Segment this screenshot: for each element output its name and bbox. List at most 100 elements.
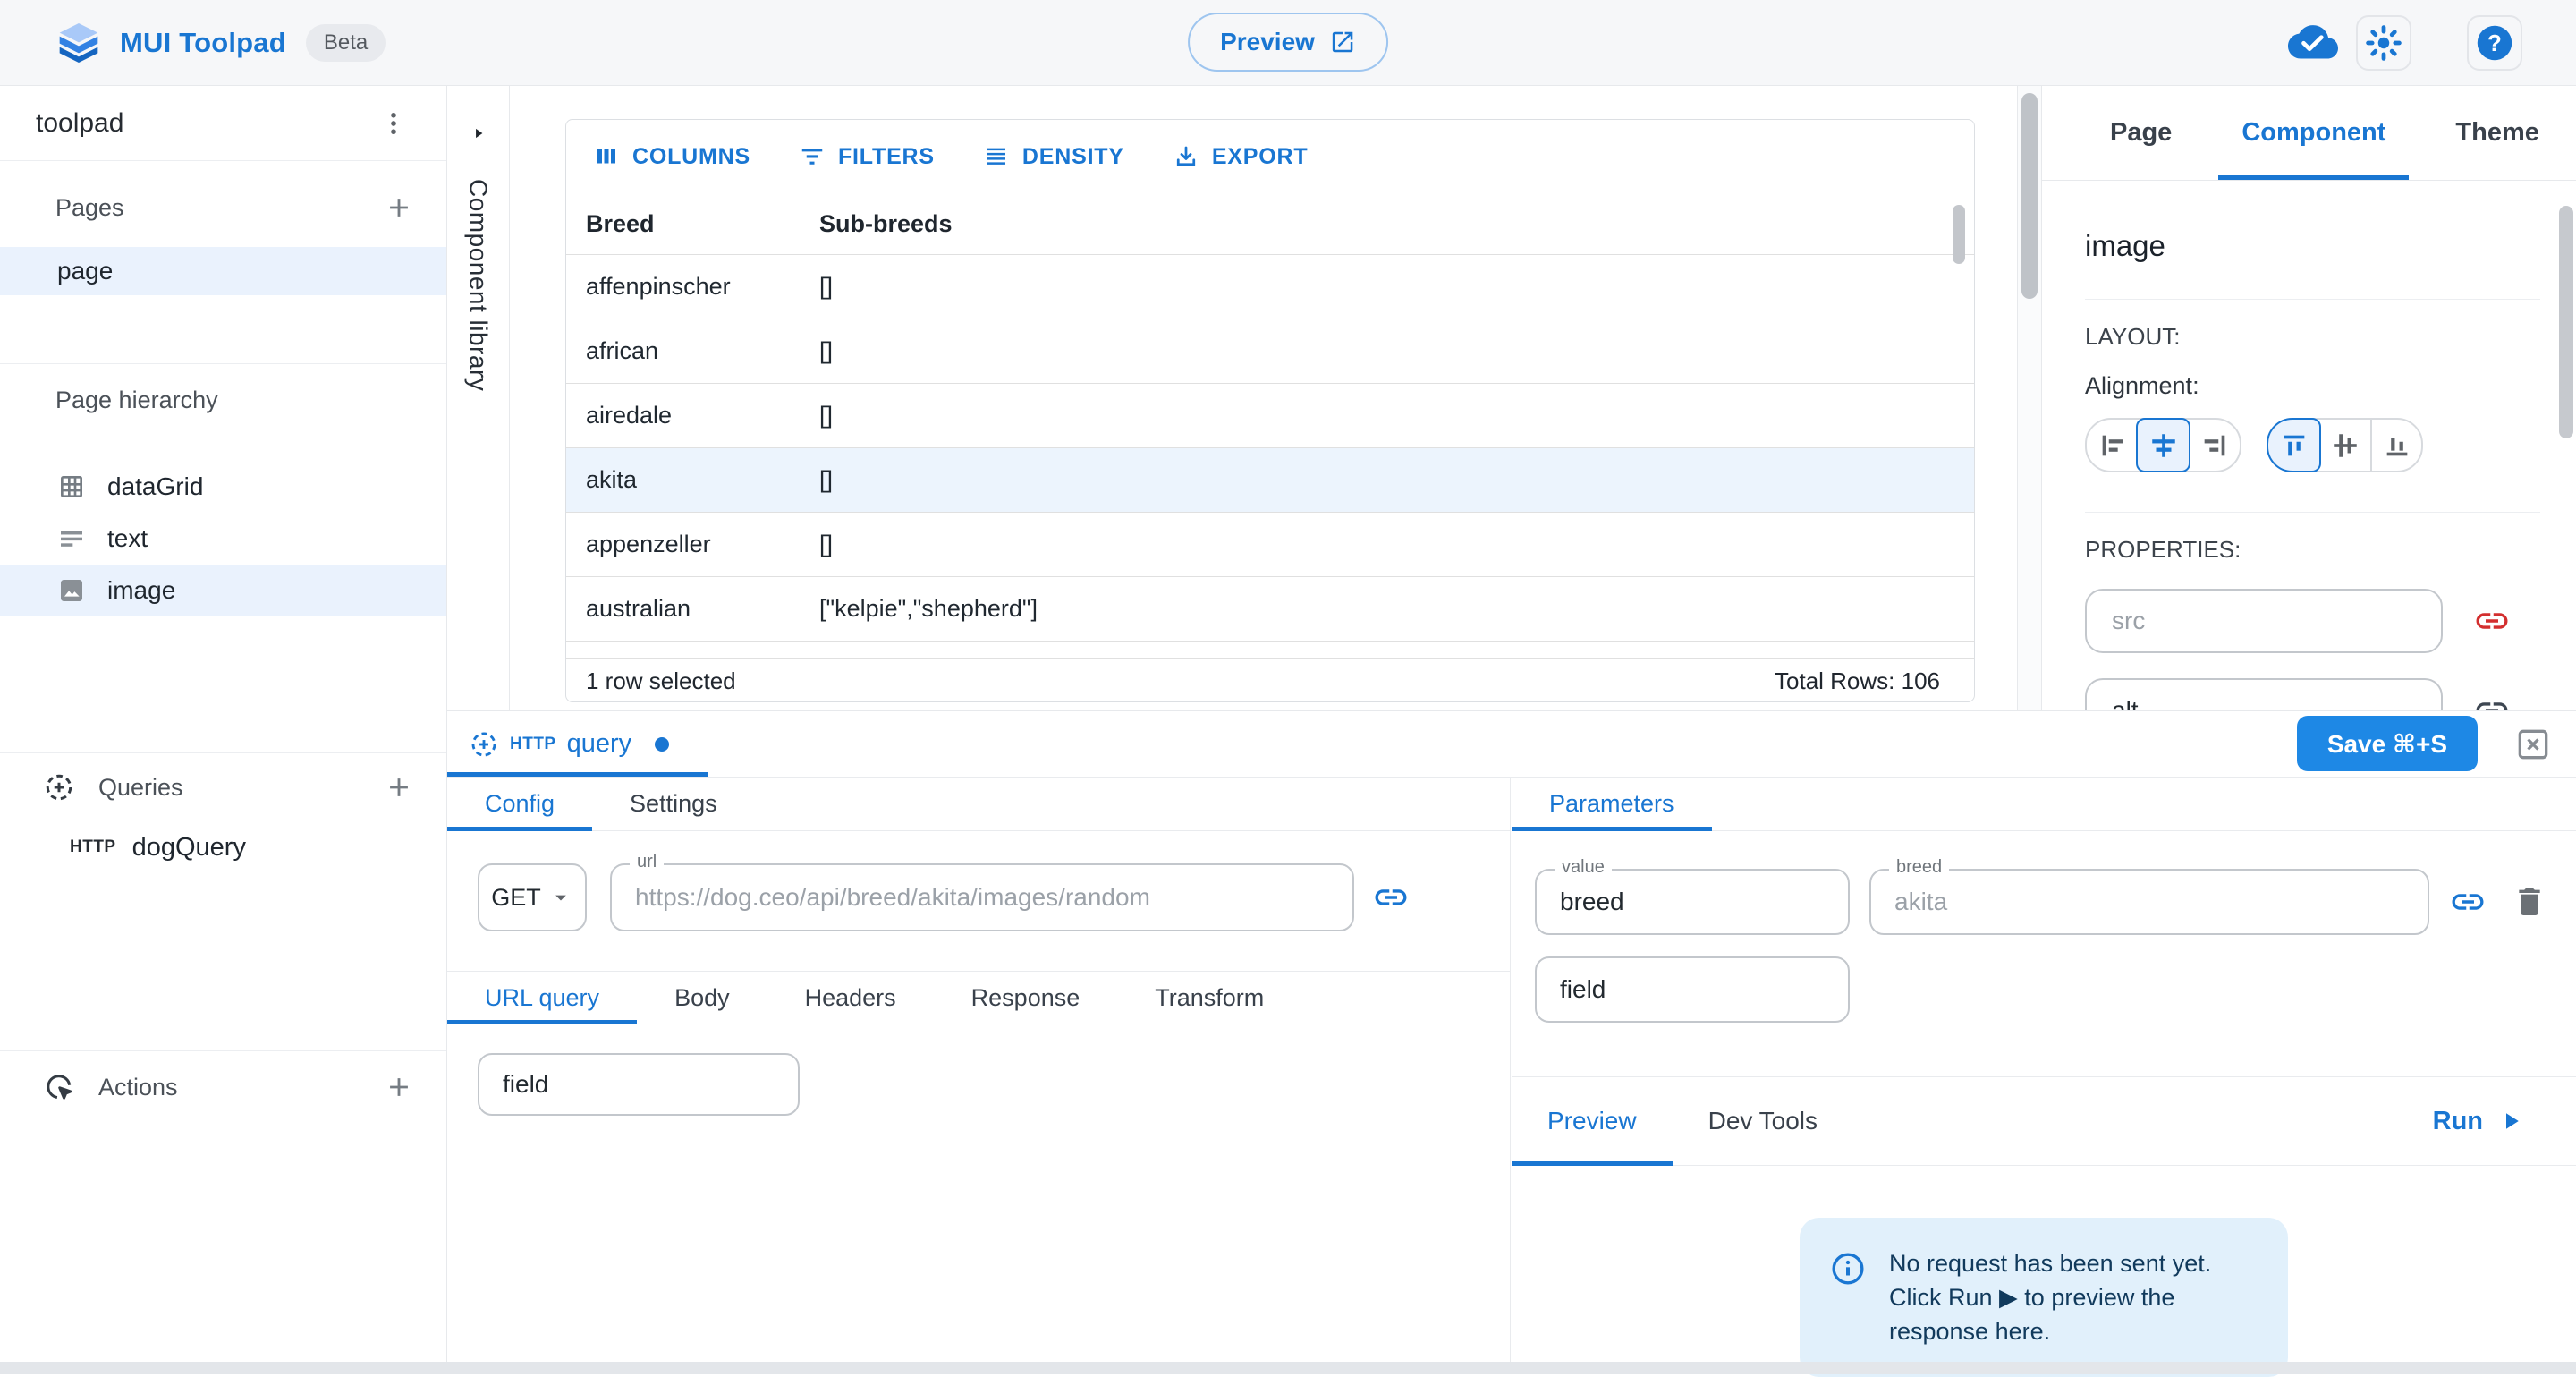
filters-button[interactable]: FILTERS [790, 136, 944, 177]
pages-section-label: Pages [55, 194, 124, 222]
table-row[interactable]: african [] [566, 319, 1974, 383]
cell-breed[interactable]: australian [566, 595, 819, 623]
column-header-breed[interactable]: Breed [566, 210, 819, 238]
param-value-input[interactable] [1869, 869, 2429, 935]
delete-param-icon[interactable] [2512, 884, 2547, 920]
tab-transform[interactable]: Transform [1117, 972, 1301, 1024]
query-editor-panel: HTTP query Save ⌘+S Config Settings GET [447, 710, 2576, 1362]
tab-parameters[interactable]: Parameters [1512, 778, 1712, 830]
app-header: MUI Toolpad Beta Preview [0, 0, 2576, 86]
tab-theme[interactable]: Theme [2432, 86, 2562, 180]
preview-button[interactable]: Preview [1188, 13, 1388, 72]
app-title: MUI Toolpad [120, 27, 286, 59]
canvas-scrollbar[interactable] [2017, 86, 2042, 710]
cell-breed[interactable]: affenpinscher [566, 273, 819, 301]
project-menu-button[interactable] [373, 103, 414, 144]
help-button[interactable]: ? [2467, 15, 2522, 71]
sidebar-item-page[interactable]: page [0, 247, 446, 295]
datagrid-scrollbar-thumb[interactable] [1953, 205, 1965, 264]
http-method-select[interactable]: GET [478, 863, 587, 931]
hierarchy-item-image[interactable]: image [0, 565, 446, 616]
src-input[interactable] [2085, 589, 2443, 653]
align-horizontal-left-button[interactable] [2087, 420, 2138, 471]
chevron-down-icon [548, 885, 573, 910]
cell-breed[interactable]: african [566, 337, 819, 365]
url-query-field-input[interactable] [478, 1053, 800, 1116]
selection-count: 1 row selected [586, 667, 736, 695]
cell-sub-breeds[interactable]: ["kelpie","shepherd"] [819, 595, 1974, 623]
cell-sub-breeds[interactable]: [] [819, 466, 1974, 494]
density-button[interactable]: DENSITY [974, 136, 1133, 177]
close-query-editor-button[interactable] [2513, 725, 2553, 764]
request-subtabs: URL query Body Headers Response Transfor… [447, 971, 1510, 1024]
binding-link-icon-url[interactable] [1372, 879, 1410, 916]
query-tab[interactable]: HTTP query [447, 729, 669, 760]
align-vertical-center-button[interactable] [2319, 420, 2370, 471]
cell-breed[interactable]: appenzeller [566, 531, 819, 558]
align-vertical-bottom-button[interactable] [2370, 420, 2421, 471]
column-header-sub-breeds[interactable]: Sub-breeds [819, 210, 1974, 238]
header-actions: ? [2286, 0, 2522, 86]
http-badge: HTTP [70, 837, 116, 857]
export-button[interactable]: EXPORT [1164, 136, 1318, 177]
datagrid-component[interactable]: COLUMNS FILTERS DENSITY EXPORT [565, 119, 1975, 702]
hierarchy-item-label: text [107, 524, 148, 553]
queries-icon [43, 771, 75, 803]
align-horizontal-center-button[interactable] [2136, 418, 2190, 472]
bottom-scrollbar-track[interactable] [0, 1362, 2576, 1374]
query-item-dogquery[interactable]: HTTP dogQuery [0, 823, 446, 871]
add-action-button[interactable] [378, 1067, 419, 1108]
table-row[interactable]: appenzeller [] [566, 512, 1974, 576]
param-second-name-input[interactable] [1535, 956, 1850, 1023]
hierarchy-item-text[interactable]: text [0, 513, 446, 565]
cell-breed[interactable]: akita [566, 466, 819, 494]
tab-settings[interactable]: Settings [592, 778, 755, 830]
binding-link-icon-src[interactable] [2473, 602, 2511, 640]
table-row[interactable]: affenpinscher [] [566, 254, 1974, 319]
hierarchy-item-datagrid[interactable]: dataGrid [0, 461, 446, 513]
tab-headers[interactable]: Headers [767, 972, 934, 1024]
binding-link-icon-param[interactable] [2449, 883, 2487, 921]
density-icon [983, 143, 1010, 170]
query-item-label: dogQuery [132, 833, 246, 863]
align-vertical-top-button[interactable] [2267, 418, 2321, 472]
save-button[interactable]: Save ⌘+S [2297, 716, 2478, 771]
canvas-scrollbar-thumb[interactable] [2021, 93, 2038, 299]
tab-page[interactable]: Page [2087, 86, 2195, 180]
query-parameters-pane: Parameters value breed [1512, 778, 2576, 1362]
param-name-label: value [1555, 857, 1612, 878]
run-button-label: Run [2433, 1107, 2483, 1136]
http-method-value: GET [491, 884, 541, 912]
export-button-label: EXPORT [1212, 144, 1309, 170]
tab-component[interactable]: Component [2218, 86, 2409, 180]
tab-response[interactable]: Response [934, 972, 1118, 1024]
align-horizontal-right-button[interactable] [2189, 420, 2240, 471]
cell-sub-breeds[interactable]: [] [819, 531, 1974, 558]
tab-preview[interactable]: Preview [1512, 1077, 1673, 1165]
columns-button[interactable]: COLUMNS [584, 136, 759, 177]
theme-toggle-button[interactable] [2356, 15, 2411, 71]
table-row[interactable]: airedale [] [566, 383, 1974, 447]
param-name-input[interactable] [1535, 869, 1850, 935]
filter-icon [799, 143, 826, 170]
component-name: image [2085, 229, 2540, 263]
alert-line-2: Click Run ▶ to preview the response here… [1889, 1280, 2258, 1348]
close-icon [2513, 725, 2553, 764]
add-query-button[interactable] [378, 767, 419, 808]
tab-config[interactable]: Config [447, 778, 592, 830]
cell-sub-breeds[interactable]: [] [819, 402, 1974, 429]
tab-body[interactable]: Body [637, 972, 767, 1024]
tab-dev-tools[interactable]: Dev Tools [1673, 1077, 1853, 1165]
tab-url-query[interactable]: URL query [447, 972, 637, 1024]
run-button[interactable]: Run [2433, 1107, 2524, 1136]
table-row[interactable]: australian ["kelpie","shepherd"] [566, 576, 1974, 641]
page-canvas: COLUMNS FILTERS DENSITY EXPORT [510, 86, 2017, 710]
component-library-rail[interactable]: Component library [447, 86, 510, 710]
table-row-selected[interactable]: akita [] [566, 447, 1974, 512]
add-page-button[interactable] [378, 187, 419, 228]
cell-breed[interactable]: airedale [566, 402, 819, 429]
inspector-scrollbar-thumb[interactable] [2559, 206, 2573, 438]
cell-sub-breeds[interactable]: [] [819, 337, 1974, 365]
cell-sub-breeds[interactable]: [] [819, 273, 1974, 301]
url-input[interactable] [610, 863, 1354, 931]
